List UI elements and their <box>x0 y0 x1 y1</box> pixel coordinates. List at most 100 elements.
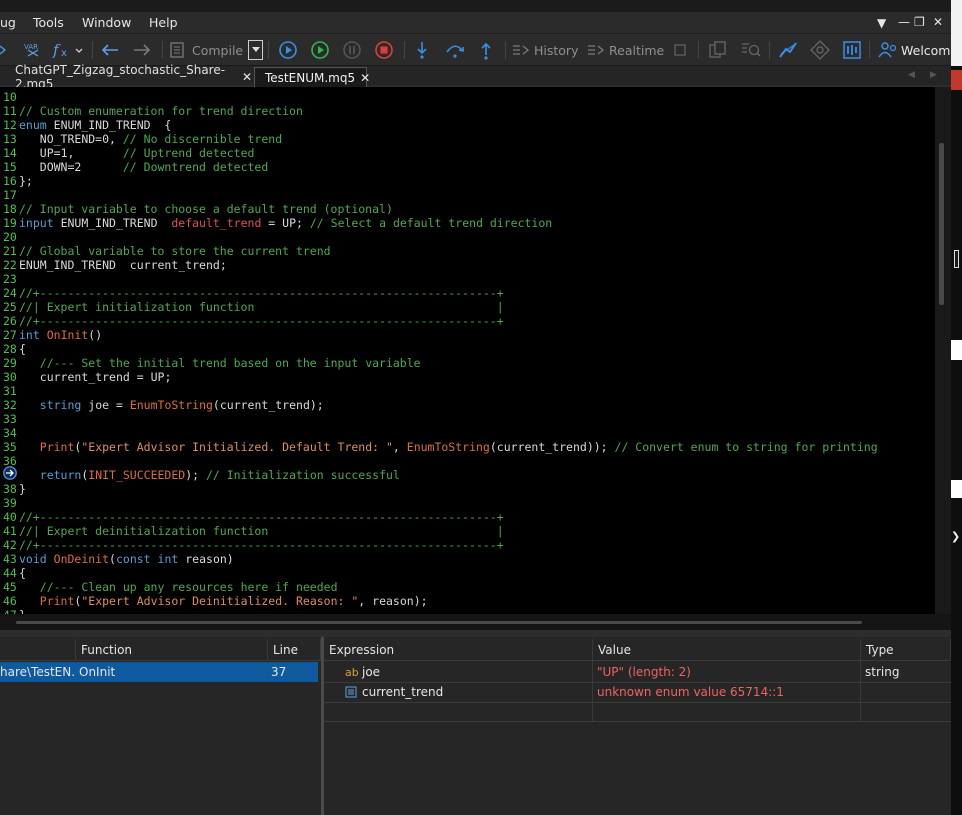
code-line[interactable]: 11// Custom enumeration for trend direct… <box>0 104 878 118</box>
scrollbar-thumb[interactable] <box>939 143 944 305</box>
code-line[interactable]: 46 Print("Expert Advisor Deinitialized. … <box>0 594 878 608</box>
line-text: enum ENUM_IND_TREND { <box>19 118 172 132</box>
code-line[interactable]: 16}; <box>0 174 878 188</box>
tab-scroll-left-icon[interactable]: ◀ <box>908 70 915 80</box>
code-line[interactable]: 39 <box>0 496 878 510</box>
close-icon[interactable]: ✕ <box>933 15 943 29</box>
code-line[interactable]: 12 enum ENUM_IND_TREND { <box>0 118 878 132</box>
menu-debug[interactable]: ug <box>0 15 16 30</box>
back-icon[interactable] <box>101 34 119 66</box>
code-line[interactable]: 18// Input variable to choose a default … <box>0 202 878 216</box>
line-text: return(INIT_SUCCEEDED); // Initializatio… <box>39 468 400 482</box>
editor-horizontal-scrollbar[interactable] <box>0 614 951 630</box>
welcome-button[interactable]: Welcome <box>878 34 958 66</box>
code-line[interactable]: 42//+-----------------------------------… <box>0 538 878 552</box>
restore-icon[interactable]: ❐ <box>914 15 925 29</box>
menu-help[interactable]: Help <box>149 15 178 30</box>
code-line[interactable]: 44{ <box>0 566 878 580</box>
forward-icon[interactable] <box>133 34 151 66</box>
code-line[interactable]: 43 void OnDeinit(const int reason) <box>0 552 878 566</box>
tab-testenum[interactable]: TestENUM.mq5 ✕ <box>254 67 370 87</box>
chevron-down-icon[interactable]: ▼ <box>877 16 886 30</box>
start-debug-real-icon[interactable] <box>310 34 330 66</box>
line-number: 10 <box>3 90 17 104</box>
function-icon[interactable]: fx <box>52 34 86 66</box>
code-line[interactable]: 41//| Expert deinitialization function | <box>0 524 878 538</box>
code-line[interactable]: 35 Print("Expert Advisor Initialized. De… <box>0 440 878 454</box>
code-line[interactable]: 25//| Expert initialization function | <box>0 300 878 314</box>
pause-icon[interactable] <box>342 34 362 66</box>
minimize-icon[interactable]: — <box>898 15 910 29</box>
watch-header-type[interactable]: Type <box>861 639 951 661</box>
callstack-file: hare\TestEN... <box>0 665 76 679</box>
code-line[interactable]: 15 DOWN=2 // Downtrend detected <box>0 160 878 174</box>
tester-icon[interactable] <box>843 34 861 66</box>
compile-button[interactable]: Compile <box>170 34 243 66</box>
profiler-icon[interactable] <box>778 34 798 66</box>
watch-header-value[interactable]: Value <box>593 639 861 661</box>
watch-expression[interactable]: current_trend <box>357 682 587 702</box>
diamond-icon[interactable] <box>810 34 830 66</box>
callstack-header-function[interactable]: Function <box>76 639 268 661</box>
watch-header-expression[interactable]: Expression <box>324 639 593 661</box>
svg-text:f: f <box>52 41 61 59</box>
code-line[interactable]: 13 NO_TREND=0, // No discernible trend <box>0 132 878 146</box>
code-line[interactable]: 27 int OnInit() <box>0 328 878 342</box>
code-line[interactable]: 17 <box>0 188 878 202</box>
code-line[interactable]: 38} <box>0 482 878 496</box>
step-over-icon[interactable] <box>444 34 466 66</box>
copy-icon[interactable] <box>708 34 728 66</box>
watch-value[interactable]: unknown enum value 65714::1 <box>592 682 860 702</box>
code-line[interactable]: 22 ENUM_IND_TREND current_trend; <box>0 258 878 272</box>
title-strip <box>0 0 962 12</box>
compile-label: Compile <box>192 42 244 58</box>
code-line[interactable]: 28{ <box>0 342 878 356</box>
tab-chatgpt-zigzag[interactable]: ChatGPT_Zigzag_stochastic_Share-2.mq5 ✕ <box>0 63 252 91</box>
line-text: //| Expert initialization function | <box>19 300 504 314</box>
line-number: 31 <box>3 384 17 398</box>
history-button[interactable]: History <box>512 34 578 66</box>
stop-icon[interactable] <box>374 34 394 66</box>
code-line[interactable]: 24//+-----------------------------------… <box>0 286 878 300</box>
code-line[interactable]: 26//+-----------------------------------… <box>0 314 878 328</box>
code-line[interactable]: 21// Global variable to store the curren… <box>0 244 878 258</box>
breakpoint-current-line-icon[interactable] <box>2 466 18 480</box>
code-line[interactable]: 45 //--- Clean up any resources here if … <box>0 580 878 594</box>
code-line[interactable]: 33 <box>0 412 878 426</box>
code-line[interactable]: 40//+-----------------------------------… <box>0 510 878 524</box>
scrollbar-thumb[interactable] <box>16 621 862 624</box>
code-line[interactable]: 31 <box>0 384 878 398</box>
watch-expression[interactable]: joe <box>357 662 587 682</box>
code-line[interactable]: return(INIT_SUCCEEDED); // Initializatio… <box>0 468 878 482</box>
code-line[interactable]: 23 <box>0 272 878 286</box>
realtime-button[interactable]: Realtime <box>587 34 664 66</box>
menu-window[interactable]: Window <box>82 15 131 30</box>
close-icon[interactable]: ✕ <box>242 70 252 84</box>
code-line[interactable]: 14 UP=1, // Uptrend detected <box>0 146 878 160</box>
code-line[interactable]: 20 <box>0 230 878 244</box>
step-out-icon[interactable] <box>478 34 494 66</box>
tab-scroll-right-icon[interactable]: ▶ <box>930 70 937 80</box>
code-line[interactable]: 29 //--- Set the initial trend based on … <box>0 356 878 370</box>
search-list-icon[interactable] <box>740 34 762 66</box>
code-line[interactable]: 32 string joe = EnumToString(current_tre… <box>0 398 878 412</box>
variable-icon[interactable]: VAR <box>23 34 43 66</box>
close-icon[interactable]: ✕ <box>360 71 370 85</box>
callstack-header-line[interactable]: Line <box>268 639 321 661</box>
code-editor[interactable]: 10 11// Custom enumeration for trend dire… <box>0 87 935 614</box>
menu-tools[interactable]: Tools <box>33 15 64 30</box>
checkbox-icon[interactable] <box>674 34 686 66</box>
start-debug-history-icon[interactable] <box>278 34 298 66</box>
arrow-icon[interactable] <box>0 34 6 66</box>
panel-splitter[interactable] <box>321 637 324 815</box>
step-into-icon[interactable] <box>414 34 430 66</box>
callstack-header-file[interactable] <box>0 639 76 661</box>
code-line[interactable]: 19 input ENUM_IND_TREND default_trend = U… <box>0 216 878 230</box>
code-line[interactable]: 36 <box>0 454 878 468</box>
watch-value[interactable]: "UP" (length: 2) <box>592 662 860 682</box>
compile-dropdown[interactable] <box>248 40 263 60</box>
code-line[interactable]: 34 <box>0 426 878 440</box>
code-line[interactable]: 10 <box>0 90 878 104</box>
code-line[interactable]: 30 current_trend = UP; <box>0 370 878 384</box>
editor-vertical-scrollbar[interactable] <box>935 87 951 614</box>
